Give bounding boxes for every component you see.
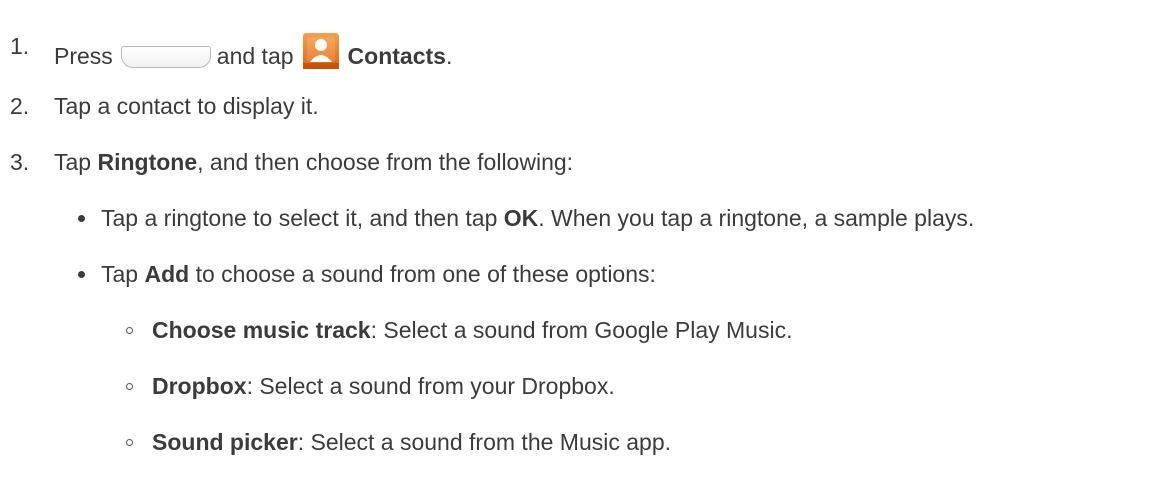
add-label: Add <box>144 261 190 287</box>
contacts-label: Contacts <box>347 43 446 69</box>
option-2-text: Dropbox: Select a sound from your Dropbo… <box>152 372 615 400</box>
step-number: 2. <box>10 93 30 119</box>
bullet-2-lead: Tap <box>101 261 139 287</box>
step-2-text: Tap a contact to display it. <box>54 93 319 119</box>
tap-label: Tap <box>54 149 92 175</box>
option-3-text: Sound picker: Select a sound from the Mu… <box>152 428 671 456</box>
bullet-ring-icon <box>126 439 133 446</box>
option-desc: : Select a sound from Google Play Music. <box>370 317 793 343</box>
option-name: Choose music track <box>152 317 371 343</box>
option-desc: : Select a sound from your Dropbox. <box>246 373 615 399</box>
option-name: Dropbox <box>152 373 247 399</box>
home-key-icon <box>120 46 211 68</box>
bullet-2-text: Tap Add to choose a sound from one of th… <box>101 260 656 288</box>
and-tap-label: and tap <box>216 43 294 69</box>
bullet-1-text: Tap a ringtone to select it, and then ta… <box>101 204 974 232</box>
bullet-ring-icon <box>126 383 133 390</box>
bullet-2-rest: to choose a sound from one of these opti… <box>195 261 656 287</box>
option-1-text: Choose music track: Select a sound from … <box>152 316 792 344</box>
bullet-1-rest: . When you tap a ringtone, a sample play… <box>538 205 975 231</box>
step-3-rest: , and then choose from the following: <box>197 149 574 175</box>
option-desc: : Select a sound from the Music app. <box>297 429 672 455</box>
bullet-dot-icon <box>78 271 85 278</box>
contacts-app-icon <box>302 33 339 69</box>
option-name: Sound picker <box>152 429 298 455</box>
ringtone-label: Ringtone <box>97 149 198 175</box>
bullet-ring-icon <box>126 327 133 334</box>
period: . <box>445 43 453 69</box>
step-number: 3. <box>10 149 30 175</box>
press-label: Press <box>54 43 113 69</box>
bullet-1-lead: Tap a ringtone to select it, and then ta… <box>101 205 498 231</box>
bullet-dot-icon <box>78 215 85 222</box>
step-3-text: Tap Ringtone, and then choose from the f… <box>54 148 573 176</box>
ok-label: OK <box>503 205 539 231</box>
step-number: 1. <box>10 33 30 59</box>
step-1-text: Press and tap Contacts. <box>54 32 452 70</box>
